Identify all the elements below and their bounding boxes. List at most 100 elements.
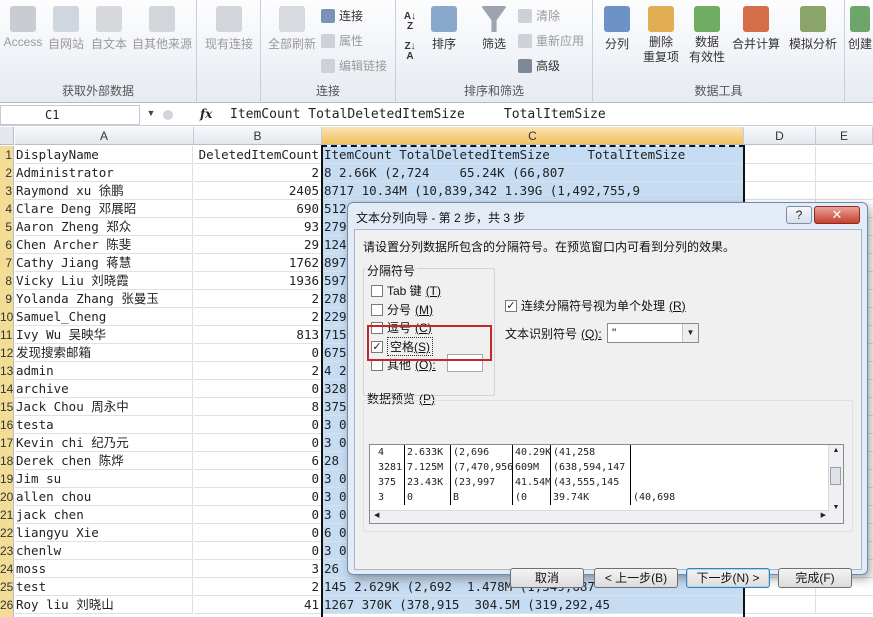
row-header[interactable]: 23 xyxy=(0,542,14,560)
cell-b[interactable]: 2 xyxy=(194,308,322,326)
remove-duplicates-button[interactable]: 删除 重复项 xyxy=(639,6,683,65)
edit-links-button[interactable]: 编辑链接 xyxy=(321,57,387,74)
row-header[interactable]: 9 xyxy=(0,290,14,308)
row-header[interactable]: 15 xyxy=(0,398,14,416)
cell-a[interactable]: DisplayName xyxy=(15,146,193,164)
cell-b[interactable]: 29 xyxy=(194,236,322,254)
cell-a[interactable]: Ivy Wu 吴映华 xyxy=(15,326,193,344)
row-header[interactable]: 13 xyxy=(0,362,14,380)
row-header[interactable]: 18 xyxy=(0,452,14,470)
existing-connections-button[interactable]: 现有连接 xyxy=(201,6,257,52)
cell-b[interactable]: 2405 xyxy=(194,182,322,200)
row-header[interactable]: 20 xyxy=(0,488,14,506)
cell-b[interactable]: 6 xyxy=(194,452,322,470)
data-validation-button[interactable]: 数据 有效性 xyxy=(685,6,729,65)
cell-b[interactable]: 3 xyxy=(194,560,322,578)
row-header[interactable]: 24 xyxy=(0,560,14,578)
scroll-down-icon[interactable]: ▼ xyxy=(829,504,843,511)
row-header[interactable]: 19 xyxy=(0,470,14,488)
cell-d[interactable] xyxy=(744,182,816,200)
cell-b[interactable]: 0 xyxy=(194,506,322,524)
cell-a[interactable]: Aaron Zheng 郑众 xyxy=(15,218,193,236)
connections-button[interactable]: 连接 xyxy=(321,7,363,24)
cell-b[interactable]: 2 xyxy=(194,164,322,182)
cell-a[interactable]: Samuel_Cheng xyxy=(15,308,193,326)
cell-b[interactable]: 8 xyxy=(194,398,322,416)
cell-a[interactable]: Raymond xu 徐鹏 xyxy=(15,182,193,200)
row-header[interactable]: 8 xyxy=(0,272,14,290)
cell-b[interactable]: 1762 xyxy=(194,254,322,272)
cell-a[interactable]: Kevin chi 纪乃元 xyxy=(15,434,193,452)
name-box-dropdown-icon[interactable]: ▼ xyxy=(143,108,159,122)
cell-a[interactable]: Administrator xyxy=(15,164,193,182)
cell-b[interactable]: 2 xyxy=(194,290,322,308)
tab-checkbox-box[interactable] xyxy=(371,284,383,297)
row-header[interactable]: 10 xyxy=(0,308,14,326)
sort-button[interactable]: 排序 xyxy=(426,6,462,52)
row-header[interactable]: 26 xyxy=(0,596,14,614)
refresh-all-button[interactable]: 全部刷新 xyxy=(264,6,320,52)
cell-a[interactable]: liangyu Xie xyxy=(15,524,193,542)
cell-a[interactable]: 发现搜索邮箱 xyxy=(15,344,193,362)
row-header[interactable]: 1 xyxy=(0,146,14,164)
create-group-button[interactable]: 创建 xyxy=(847,6,873,52)
cell-a[interactable]: Chen Archer 陈斐 xyxy=(15,236,193,254)
row-header[interactable]: 22 xyxy=(0,524,14,542)
clear-button[interactable]: 清除 xyxy=(518,7,560,24)
close-button[interactable]: ✕ xyxy=(814,206,860,224)
cell-c[interactable]: 8 2.66K (2,724 65.24K (66,807 xyxy=(322,164,744,182)
cell-a[interactable]: Cathy Jiang 蒋慧 xyxy=(15,254,193,272)
text-to-columns-button[interactable]: 分列 xyxy=(599,6,635,52)
column-header-e[interactable]: E xyxy=(816,127,873,145)
cell-b[interactable]: 0 xyxy=(194,524,322,542)
cell-d[interactable] xyxy=(744,596,816,614)
sort-desc-button[interactable]: Z↓ A xyxy=(400,42,420,62)
row-header[interactable]: 4 xyxy=(0,200,14,218)
cell-c[interactable]: 8717 10.34M (10,839,342 1.39G (1,492,755… xyxy=(322,182,744,200)
cell-e[interactable] xyxy=(816,164,873,182)
row-header[interactable]: 5 xyxy=(0,218,14,236)
consolidate-button[interactable]: 合并计算 xyxy=(731,6,781,52)
cell-e[interactable] xyxy=(816,146,873,164)
tab-checkbox[interactable]: Tab 键 (T) xyxy=(371,282,441,299)
cell-a[interactable]: Clare Deng 邓展昭 xyxy=(15,200,193,218)
access-button[interactable]: Access xyxy=(2,6,44,49)
cell-b[interactable]: 2 xyxy=(194,362,322,380)
properties-button[interactable]: 属性 xyxy=(321,32,363,49)
cell-b[interactable]: 813 xyxy=(194,326,322,344)
help-button[interactable]: ? xyxy=(786,206,812,224)
cell-a[interactable]: test xyxy=(15,578,193,596)
preview-vertical-scrollbar[interactable]: ▲ ▼ xyxy=(828,445,843,523)
row-header[interactable]: 21 xyxy=(0,506,14,524)
cell-a[interactable]: allen chou xyxy=(15,488,193,506)
cell-b[interactable]: 41 xyxy=(194,596,322,614)
column-header-c[interactable]: C xyxy=(322,127,744,145)
other-sources-button[interactable]: 自其他来源 xyxy=(130,6,194,52)
cell-c[interactable]: ItemCount TotalDeletedItemSize TotalItem… xyxy=(322,146,744,164)
cell-c[interactable]: 1267 370K (378,915 304.5M (319,292,45 xyxy=(322,596,744,614)
cell-e[interactable] xyxy=(816,596,873,614)
scroll-left-icon[interactable]: ◀ xyxy=(374,511,379,519)
cancel-button[interactable]: 取消 xyxy=(510,568,584,588)
row-header[interactable]: 25 xyxy=(0,578,14,596)
what-if-button[interactable]: 模拟分析 xyxy=(785,6,841,52)
cell-a[interactable]: Roy liu 刘晓山 xyxy=(15,596,193,614)
cell-a[interactable]: Jim su xyxy=(15,470,193,488)
finish-button[interactable]: 完成(F) xyxy=(778,568,852,588)
cell-a[interactable]: Vicky Liu 刘晓霞 xyxy=(15,272,193,290)
column-header-d[interactable]: D xyxy=(744,127,816,145)
sort-asc-button[interactable]: A↓ Z xyxy=(400,12,420,32)
row-header[interactable]: 6 xyxy=(0,236,14,254)
select-all-corner[interactable] xyxy=(0,127,14,145)
formula-input[interactable]: ItemCount TotalDeletedItemSize TotalItem… xyxy=(230,107,606,122)
cell-e[interactable] xyxy=(816,182,873,200)
cell-b[interactable]: 0 xyxy=(194,542,322,560)
cell-d[interactable] xyxy=(744,146,816,164)
cell-b[interactable]: 0 xyxy=(194,488,322,506)
consecutive-delimiters-checkbox[interactable]: ✓ 连续分隔符号视为单个处理 (R) xyxy=(505,297,686,314)
back-button[interactable]: < 上一步(B) xyxy=(594,568,678,588)
filter-button[interactable]: 筛选 xyxy=(476,6,512,52)
cell-b[interactable]: 690 xyxy=(194,200,322,218)
cell-b[interactable]: 0 xyxy=(194,380,322,398)
row-header[interactable]: 11 xyxy=(0,326,14,344)
